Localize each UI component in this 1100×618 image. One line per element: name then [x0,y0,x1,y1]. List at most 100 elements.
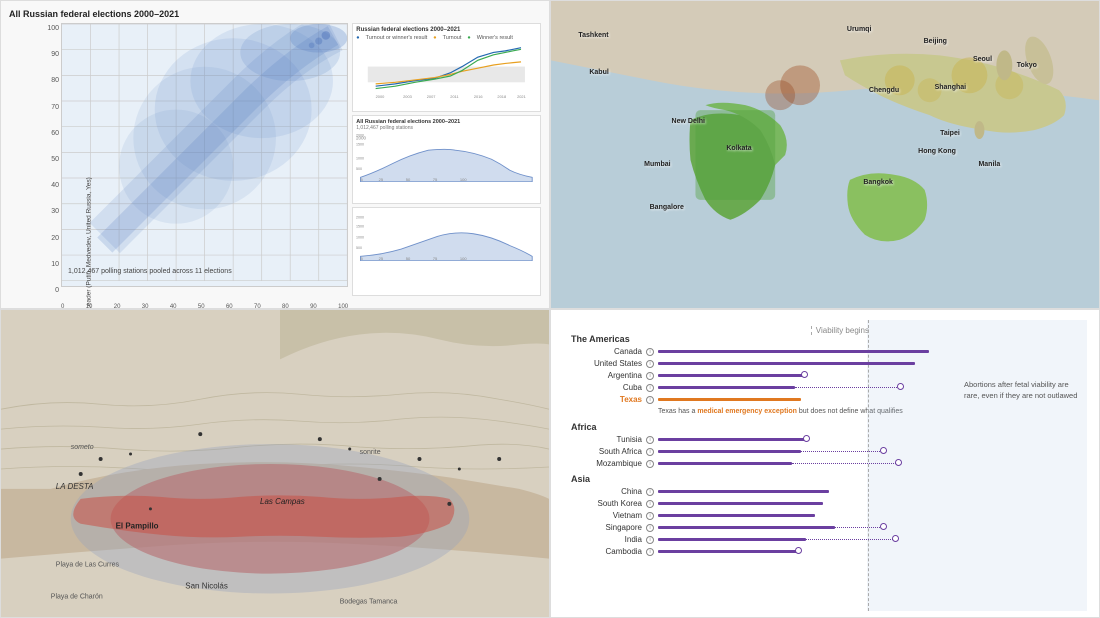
bar-track-cambodia [658,550,943,553]
row-southafrica: South Africa i [571,447,947,456]
row-southkorea: South Korea i [571,499,947,508]
row-china-name: China [571,487,646,496]
bar-track-tunisia [658,438,943,441]
bar-track-texas [658,398,943,401]
row-us-name: United States [571,359,646,368]
bar-end-dot-argentina [801,371,808,378]
map-label-chengdu: Chengdu [869,87,899,94]
right-charts: Russian federal elections 2000–2021 ●Tur… [352,23,541,296]
mini-chart-2-svg: 2000 5 25 50 75 100 2000 1500 1000 500 [356,132,537,182]
row-argentina: Argentina i [571,371,947,380]
svg-text:500: 500 [356,246,362,250]
info-dot-southkorea: i [646,500,654,508]
bar-track-us [658,362,943,365]
legend-item-2: Turnout [443,35,462,41]
svg-text:2007: 2007 [427,94,436,98]
bar-end-dot-cambodia [795,547,802,554]
chart-container: Viability begins Abortions after fetal v… [563,320,1087,611]
scatter-plot: 1,012,467 polling stations pooled across… [61,23,348,287]
bar-end-dot-tunisia [803,435,810,442]
asia-map: Tashkent Kabul New Delhi Mumbai Bangalor… [551,1,1099,308]
row-singapore-name: Singapore [571,523,646,532]
svg-text:San Nicolás: San Nicolás [185,582,228,591]
info-dot-mozambique: i [646,460,654,468]
mini-chart-1-title: Russian federal elections 2000–2021 [356,27,537,33]
abortion-rights-panel: Viability begins Abortions after fetal v… [550,309,1100,618]
annotation-box: Abortions after fetal viability are rare… [964,380,1079,401]
info-dot-cuba: i [646,384,654,392]
row-tunisia: Tunisia i [571,435,947,444]
russian-elections-panel: All Russian federal elections 2000–2021 [0,0,550,309]
info-dot-southafrica: i [646,448,654,456]
info-dot-argentina: i [646,372,654,380]
info-dot-us: i [646,360,654,368]
svg-text:1000: 1000 [356,235,364,239]
row-texas-name: Texas [571,395,646,404]
section-asia: Asia [571,474,947,484]
viability-label: Viability begins [811,326,869,335]
row-tunisia-name: Tunisia [571,435,646,444]
row-vietnam: Vietnam i [571,511,947,520]
svg-text:500: 500 [356,167,362,171]
bar-track-india [658,538,943,541]
svg-text:2011: 2011 [451,94,459,98]
row-argentina-name: Argentina [571,371,646,380]
mini-chart-2: All Russian federal elections 2000–2021 … [352,115,541,204]
svg-text:75: 75 [433,177,438,182]
svg-text:El Pampillo: El Pampillo [116,522,159,531]
row-cuba: Cuba i [571,383,947,392]
bar-track-china [658,490,943,493]
map-label-mumbai: Mumbai [644,161,670,168]
map-label-bangkok: Bangkok [863,179,893,186]
svg-text:1500: 1500 [356,224,364,228]
bar-end-dot-mozambique [895,459,902,466]
q1-chart-area: 1,012,467 polling stations pooled across… [9,23,541,296]
bar-track-southafrica [658,450,943,453]
bar-dotted-singapore [835,527,886,528]
row-cambodia: Cambodia i [571,547,947,556]
bar-end-dot-cuba [897,383,904,390]
section-americas: The Americas [571,334,947,344]
section-africa: Africa [571,422,947,432]
svg-text:sonrite: sonrite [360,449,381,456]
row-canada: Canada i [571,347,947,356]
bar-solid-vietnam [658,514,815,517]
map-label-manila: Manila [978,161,1000,168]
scatter-svg [62,24,347,281]
bar-solid-us [658,362,915,365]
bar-solid-china [658,490,829,493]
map-label-tokyo: Tokyo [1017,62,1037,69]
bar-solid-southafrica [658,450,801,453]
svg-text:1000: 1000 [356,156,364,160]
row-singapore: Singapore i [571,523,947,532]
map-label-taipei: Taipei [940,130,960,137]
bar-solid-texas [658,398,801,401]
svg-text:25: 25 [379,177,384,182]
bar-dotted-cuba [795,387,903,388]
bar-track-cuba [658,386,943,389]
info-dot-india: i [646,536,654,544]
svg-text:2000: 2000 [356,215,364,219]
svg-text:2000: 2000 [376,94,386,98]
map-label-newdelhi: New Delhi [672,118,705,125]
svg-text:2018: 2018 [498,94,507,98]
map-label-urumqi: Urumqi [847,26,872,33]
svg-text:75: 75 [433,256,438,261]
bar-solid-singapore [658,526,835,529]
row-us: United States i [571,359,947,368]
bar-solid-india [658,538,806,541]
map-label-beijing: Beijing [924,38,947,45]
svg-text:2021: 2021 [517,94,526,98]
svg-text:Playa de Charón: Playa de Charón [51,594,103,601]
svg-text:someto: someto [71,444,94,451]
q1-title: All Russian federal elections 2000–2021 [9,9,541,19]
bar-solid-tunisia [658,438,809,441]
bar-solid-cuba [658,386,795,389]
row-vietnam-name: Vietnam [571,511,646,520]
bar-track-argentina [658,374,943,377]
svg-text:2000: 2000 [356,134,364,138]
svg-text:25: 25 [379,256,384,261]
bar-track-southkorea [658,502,943,505]
svg-text:2003: 2003 [403,94,412,98]
bar-track-canada [658,350,943,353]
